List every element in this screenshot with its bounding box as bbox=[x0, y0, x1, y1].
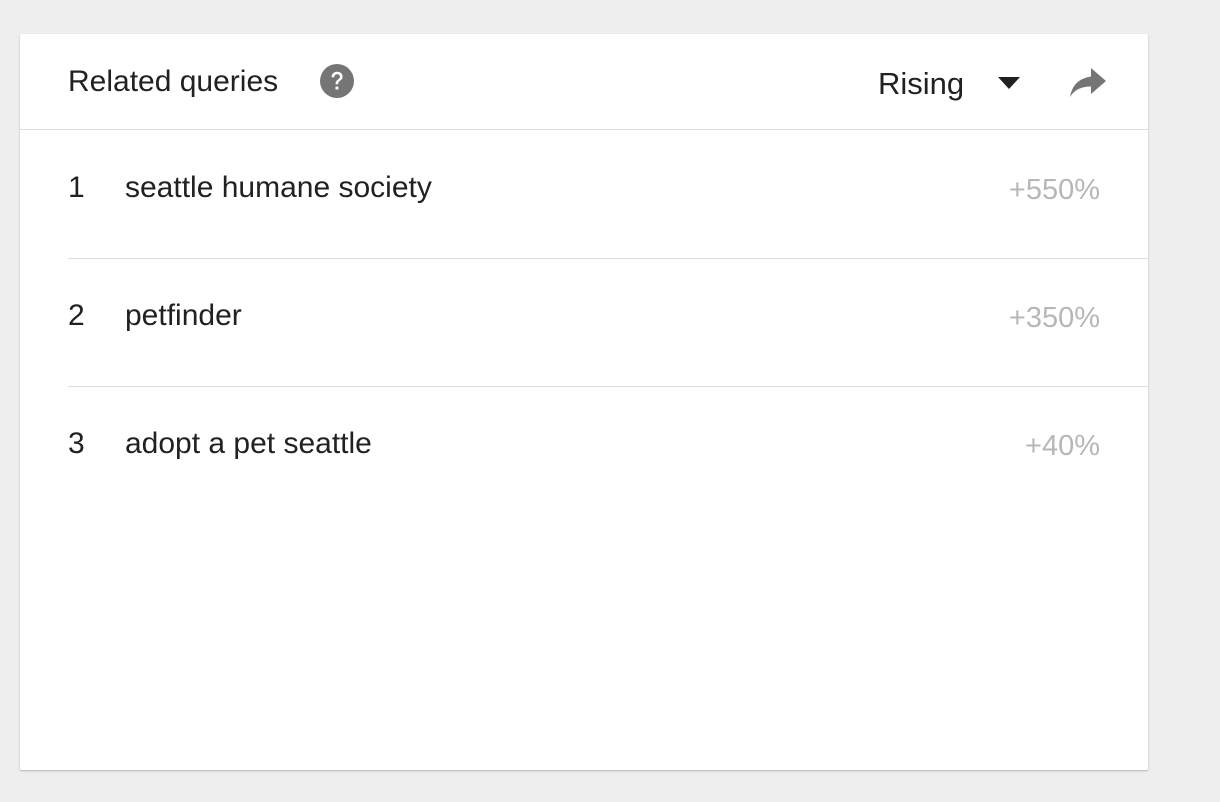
help-circle-icon[interactable] bbox=[320, 64, 354, 98]
card-title: Related queries bbox=[68, 65, 279, 98]
metric-dropdown[interactable]: Rising bbox=[872, 60, 1028, 106]
caret-down-icon bbox=[998, 77, 1020, 89]
related-queries-card: Related queries Rising 1 seattle humane … bbox=[20, 34, 1148, 770]
query-label: petfinder bbox=[125, 299, 242, 332]
query-rank: 1 bbox=[68, 171, 85, 204]
query-rank: 2 bbox=[68, 299, 85, 332]
query-row-1[interactable]: 1 seattle humane society +550% bbox=[68, 130, 1148, 259]
card-header: Related queries Rising bbox=[20, 34, 1148, 130]
query-change-value: +350% bbox=[1008, 302, 1100, 334]
query-rank: 3 bbox=[68, 427, 85, 460]
query-row-2[interactable]: 2 petfinder +350% bbox=[68, 258, 1148, 387]
share-icon[interactable] bbox=[1068, 66, 1108, 102]
query-row-3[interactable]: 3 adopt a pet seattle +40% bbox=[68, 386, 1148, 514]
query-change-value: +550% bbox=[1008, 174, 1100, 206]
dropdown-selected-value: Rising bbox=[878, 66, 965, 101]
query-label: adopt a pet seattle bbox=[125, 427, 372, 460]
query-label: seattle humane society bbox=[125, 171, 432, 204]
query-change-value: +40% bbox=[1025, 430, 1100, 462]
